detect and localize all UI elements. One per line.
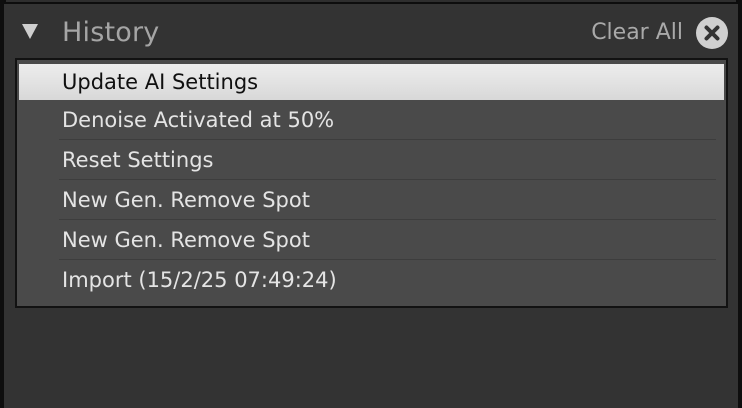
history-item[interactable]: New Gen. Remove Spot — [17, 220, 726, 260]
history-item[interactable]: Reset Settings — [17, 140, 726, 180]
history-item[interactable]: Import (15/2/25 07:49:24) — [17, 260, 726, 300]
previous-panel-edge — [4, 0, 738, 4]
history-list: Update AI Settings Denoise Activated at … — [15, 58, 728, 308]
history-item-label: Denoise Activated at 50% — [62, 108, 335, 132]
clear-all-button[interactable]: Clear All — [591, 19, 683, 47]
history-panel-header[interactable]: History Clear All — [4, 8, 738, 56]
history-item-label: New Gen. Remove Spot — [62, 228, 310, 252]
history-item[interactable]: Update AI Settings — [19, 64, 724, 100]
history-item[interactable]: New Gen. Remove Spot — [17, 180, 726, 220]
history-item-label: New Gen. Remove Spot — [62, 188, 310, 212]
history-item-label: Import (15/2/25 07:49:24) — [62, 268, 337, 292]
history-item-label: Update AI Settings — [62, 70, 259, 94]
close-circle-icon[interactable] — [696, 17, 728, 49]
panel-title: History — [62, 17, 160, 48]
triangle-down-icon[interactable] — [22, 24, 38, 39]
left-border — [0, 0, 4, 408]
right-border — [738, 0, 742, 408]
history-item-label: Reset Settings — [62, 148, 214, 172]
history-item[interactable]: Denoise Activated at 50% — [17, 100, 726, 140]
